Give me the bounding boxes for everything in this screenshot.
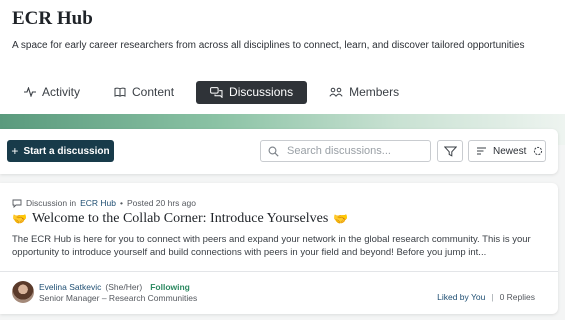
hub-title: ECR Hub xyxy=(12,8,93,29)
post-title[interactable]: 🤝 Welcome to the Collab Corner: Introduc… xyxy=(12,211,348,227)
card-divider xyxy=(0,271,558,272)
posted-time: Posted 20 hrs ago xyxy=(126,198,196,208)
search-box xyxy=(260,140,431,162)
filter-icon xyxy=(443,146,457,157)
tab-discussions[interactable]: Discussions xyxy=(196,80,308,104)
author-line: Evelina Satkevic (She/Her) Following xyxy=(39,282,190,292)
post-stats: Liked by You | 0 Replies xyxy=(437,292,535,302)
loading-spinner-icon xyxy=(534,146,543,156)
sort-lines-icon xyxy=(477,147,486,155)
meta-dot: • xyxy=(119,198,123,208)
start-discussion-label: Start a discussion xyxy=(23,145,110,157)
post-excerpt: The ECR Hub is here for you to connect w… xyxy=(12,234,531,258)
hub-header: ECR Hub A space for early career researc… xyxy=(12,8,553,52)
author-pronouns: (She/Her) xyxy=(105,282,143,292)
tab-label: Discussions xyxy=(229,85,294,99)
sort-label: Newest xyxy=(493,145,527,157)
post-meta: Discussion in ECR Hub • Posted 20 hrs ag… xyxy=(12,198,196,208)
comment-icon xyxy=(12,199,22,208)
handshake-icon: 🤝 xyxy=(333,212,349,226)
author-role: Senior Manager – Research Communities xyxy=(39,293,198,303)
chat-bubbles-icon xyxy=(210,86,223,98)
activity-icon xyxy=(24,87,36,97)
hub-tabs: Activity Content Discussions Members xyxy=(12,80,421,104)
replies-count[interactable]: 0 Replies xyxy=(500,292,535,302)
discussion-toolbar: + Start a discussion Newest xyxy=(0,129,558,174)
people-icon xyxy=(329,87,343,97)
handshake-icon: 🤝 xyxy=(12,212,27,226)
tab-label: Content xyxy=(132,85,175,99)
search-icon xyxy=(268,146,279,157)
sort-dropdown[interactable]: Newest xyxy=(468,140,546,162)
discussion-card[interactable]: Discussion in ECR Hub • Posted 20 hrs ag… xyxy=(0,183,558,314)
tab-label: Members xyxy=(349,85,400,99)
liked-by-link[interactable]: Liked by You xyxy=(437,292,485,302)
plus-icon: + xyxy=(11,144,19,158)
filter-button[interactable] xyxy=(437,140,463,162)
hub-link[interactable]: ECR Hub xyxy=(80,198,116,208)
start-discussion-button[interactable]: + Start a discussion xyxy=(7,140,114,162)
avatar[interactable] xyxy=(12,281,34,303)
stats-separator: | xyxy=(491,292,494,302)
tab-content[interactable]: Content xyxy=(102,81,186,104)
tab-activity[interactable]: Activity xyxy=(12,81,92,104)
tab-label: Activity xyxy=(42,85,81,99)
book-icon xyxy=(114,87,126,97)
hub-description: A space for early career researchers fro… xyxy=(12,40,525,51)
tab-members[interactable]: Members xyxy=(317,81,411,104)
search-input[interactable] xyxy=(287,145,427,157)
following-badge[interactable]: Following xyxy=(150,282,190,292)
meta-prefix: Discussion in xyxy=(26,198,77,208)
post-title-text: Welcome to the Collab Corner: Introduce … xyxy=(31,211,329,226)
author-name[interactable]: Evelina Satkevic xyxy=(39,282,101,292)
